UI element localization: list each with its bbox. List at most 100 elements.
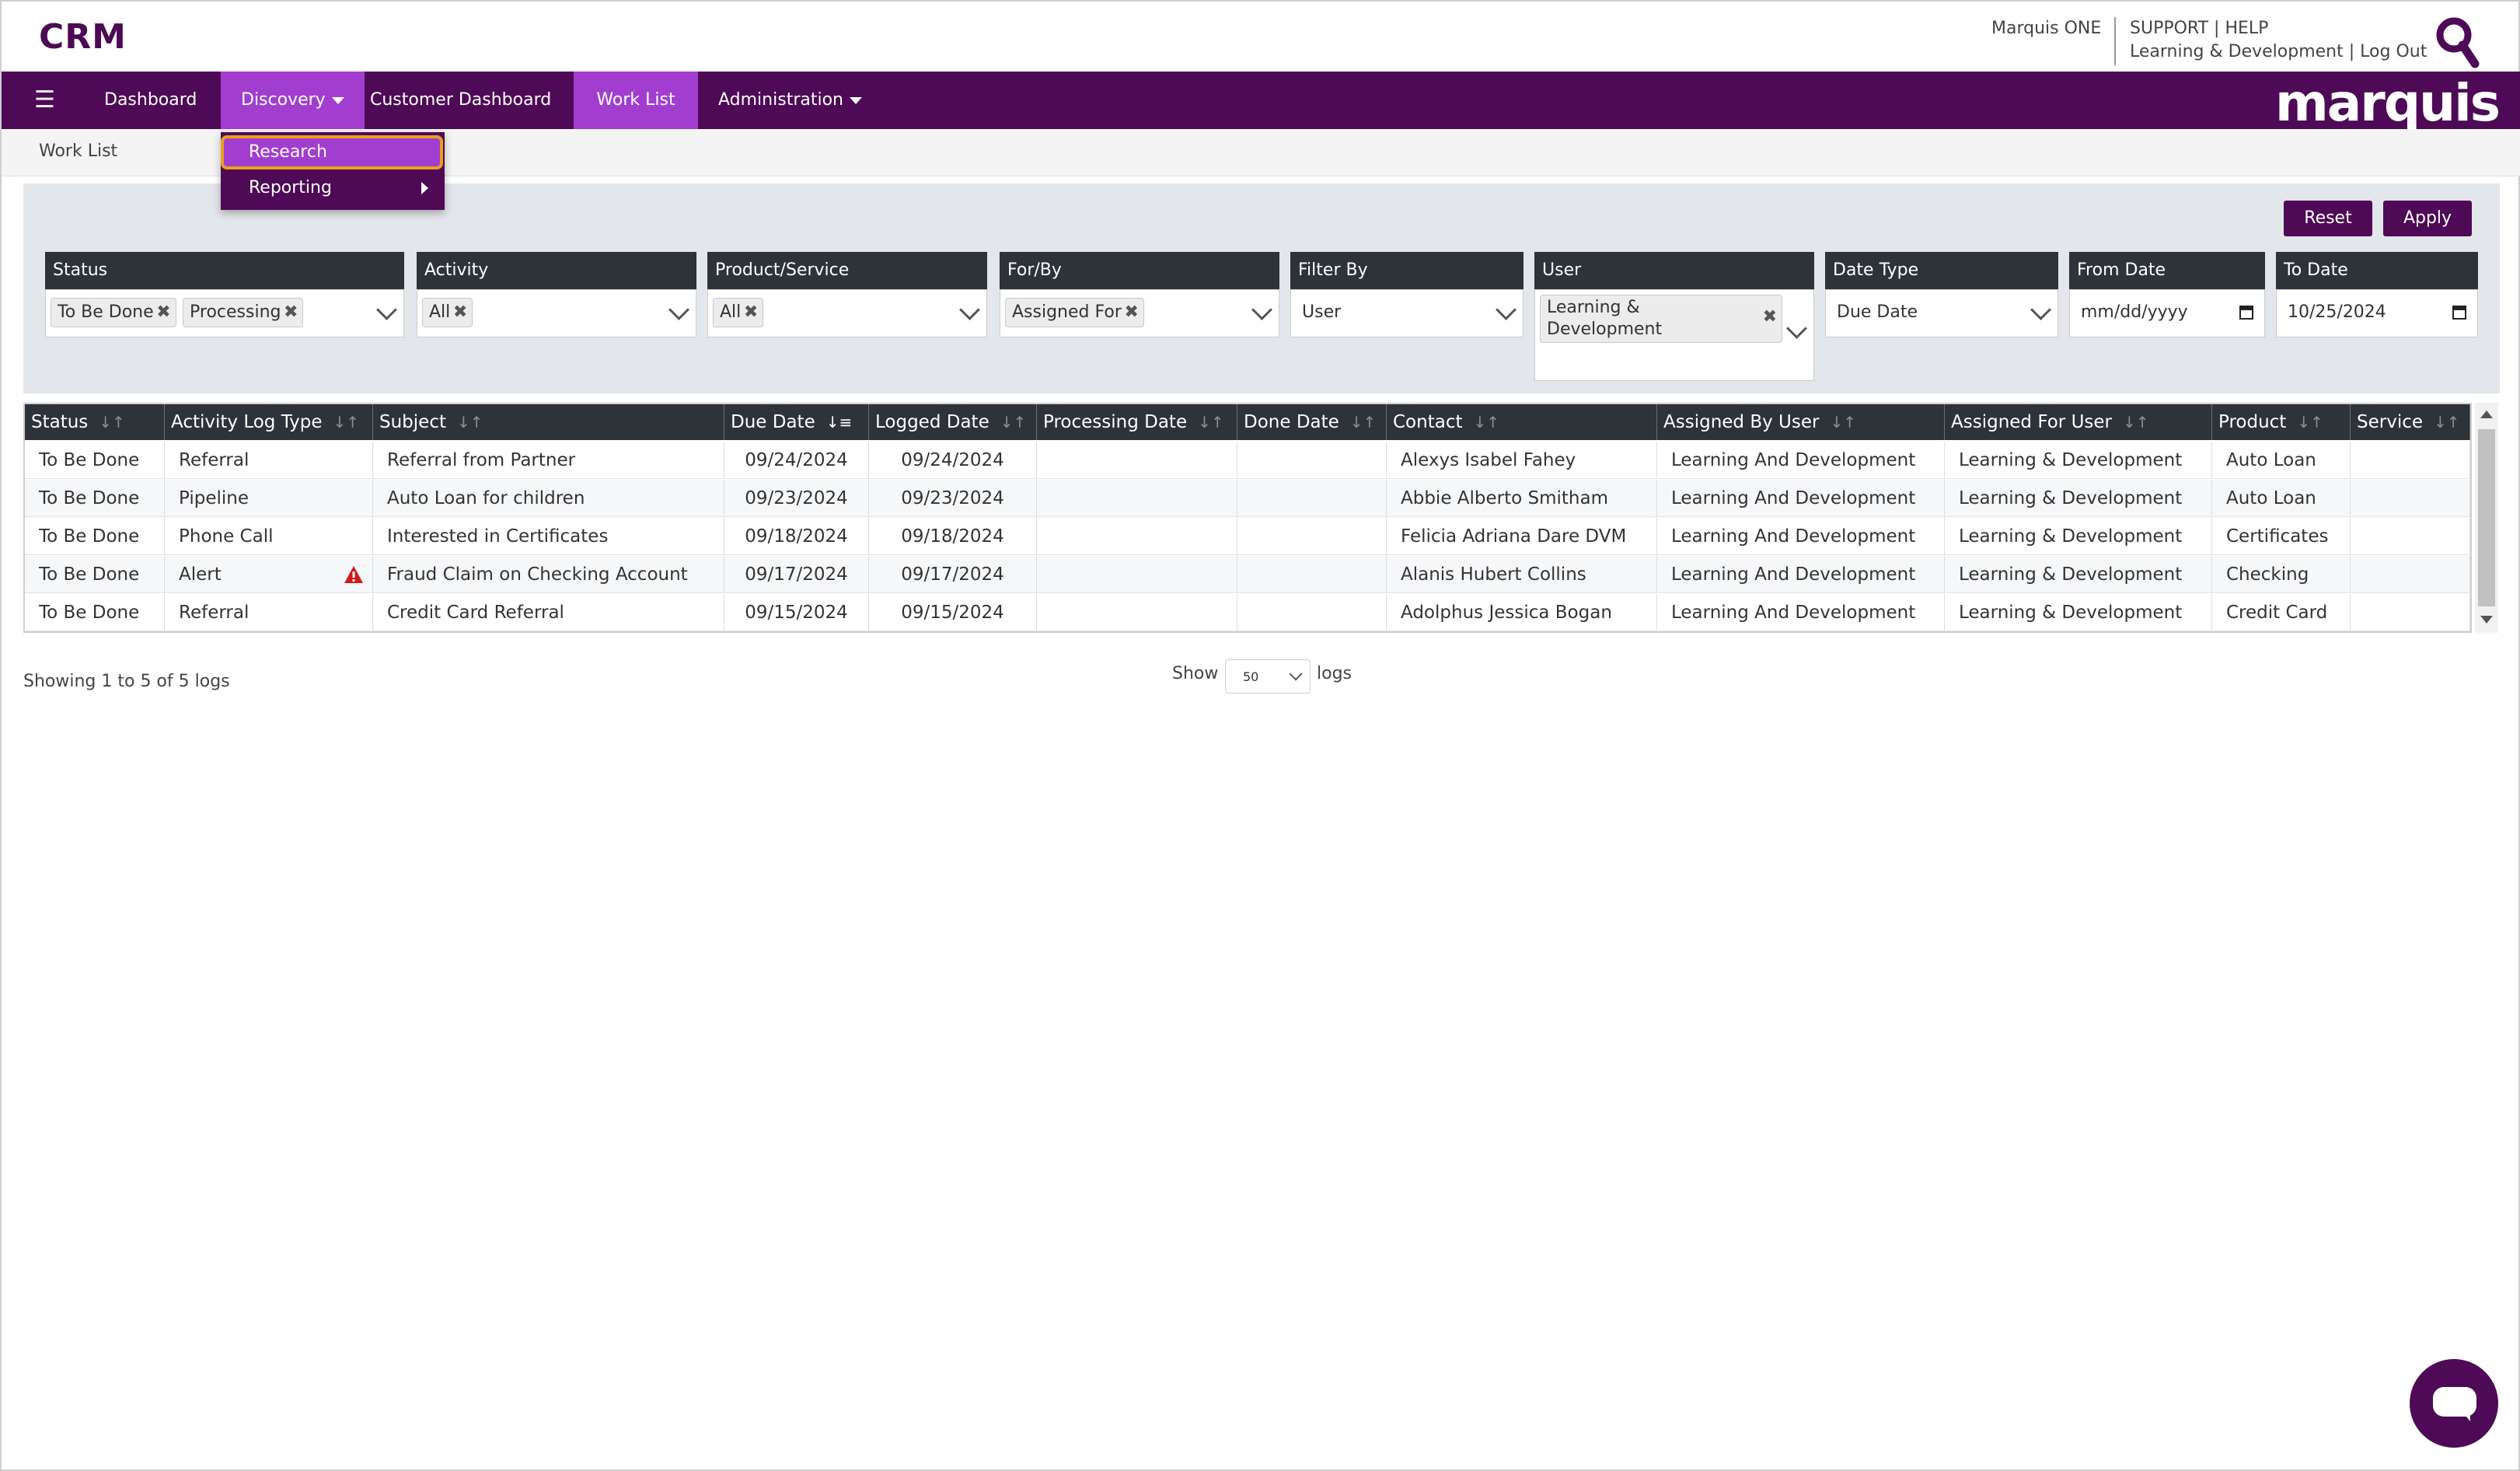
column-due-date[interactable]: Due Date ↓≡	[724, 404, 869, 440]
scroll-down-icon[interactable]	[2480, 616, 2493, 624]
remove-icon[interactable]: ✖	[453, 299, 467, 327]
chevron-down-icon[interactable]	[376, 299, 397, 320]
menu-item-research[interactable]: Research	[221, 135, 443, 169]
user-logout-links[interactable]: Learning & Development | Log Out	[2130, 42, 2427, 61]
column-assigned-for-user-label: Assigned For User	[1951, 412, 2112, 432]
scrollbar-thumb[interactable]	[2478, 429, 2495, 606]
chevron-down-icon[interactable]	[2030, 299, 2051, 320]
cell-logged-date: 09/24/2024	[869, 442, 1037, 479]
cell-product: Checking	[2212, 556, 2351, 593]
column-activity-log-type[interactable]: Activity Log Type ↓↑	[165, 404, 373, 440]
chevron-down-icon[interactable]	[959, 299, 980, 320]
remove-icon[interactable]: ✖	[744, 299, 758, 327]
column-assigned-by-user-label: Assigned By User	[1663, 412, 1820, 432]
nav-discovery[interactable]: Discovery	[221, 72, 365, 129]
filterby-select[interactable]: User	[1290, 289, 1524, 337]
status-chip: Processing ✖	[183, 298, 304, 327]
reset-button[interactable]: Reset	[2284, 201, 2372, 236]
chat-icon[interactable]	[2410, 1359, 2498, 1448]
scroll-up-icon[interactable]	[2480, 411, 2493, 418]
nav-work-list[interactable]: Work List	[574, 72, 698, 129]
apply-button[interactable]: Apply	[2383, 201, 2472, 236]
cell-logged-date: 09/15/2024	[869, 594, 1037, 631]
cell-product: Credit Card	[2212, 594, 2351, 631]
cell-service	[2351, 594, 2470, 631]
cell-due-date: 09/17/2024	[724, 556, 869, 593]
cell-assigned-by-user: Learning And Development	[1657, 594, 1945, 631]
page-size-select[interactable]: 50	[1225, 659, 1311, 694]
nav-administration[interactable]: Administration	[698, 72, 882, 129]
menu-item-reporting[interactable]: Reporting	[221, 171, 445, 207]
sort-icon: ↓↑	[2434, 413, 2460, 432]
chevron-down-icon[interactable]	[1786, 318, 1807, 339]
sort-icon: ↓↑	[2123, 413, 2149, 432]
cell-assigned-by-user: Learning And Development	[1657, 518, 1945, 555]
column-subject[interactable]: Subject ↓↑	[373, 404, 724, 440]
cell-logged-date: 09/17/2024	[869, 556, 1037, 593]
activity-filter[interactable]: All ✖	[417, 289, 696, 337]
calendar-icon[interactable]	[2239, 306, 2253, 320]
column-assigned-for-user[interactable]: Assigned For User ↓↑	[1945, 404, 2212, 440]
chevron-down-icon[interactable]	[1251, 299, 1272, 320]
remove-icon[interactable]: ✖	[1763, 306, 1777, 328]
column-activity-log-type-label: Activity Log Type	[171, 412, 323, 432]
cell-activity-log-type: Referral	[165, 442, 373, 479]
datetype-select[interactable]: Due Date	[1825, 289, 2058, 337]
remove-icon[interactable]: ✖	[284, 299, 298, 327]
sort-icon: ↓↑	[456, 413, 483, 432]
remove-icon[interactable]: ✖	[1124, 299, 1138, 327]
calendar-icon[interactable]	[2452, 306, 2466, 320]
to-date-input[interactable]: 10/25/2024	[2276, 289, 2478, 337]
column-assigned-by-user[interactable]: Assigned By User ↓↑	[1657, 404, 1945, 440]
cell-due-date: 09/15/2024	[724, 594, 869, 631]
sort-icon: ↓↑	[2297, 413, 2323, 432]
filterby-value: User	[1302, 302, 1342, 322]
company-logo: marquis	[2275, 73, 2501, 133]
forby-filter[interactable]: Assigned For ✖	[1000, 289, 1279, 337]
cell-contact: Alexys Isabel Fahey	[1387, 442, 1657, 479]
column-product[interactable]: Product ↓↑	[2212, 404, 2351, 440]
nav-customer-dashboard[interactable]: Customer Dashboard	[350, 72, 571, 129]
fromdate-label: From Date	[2069, 252, 2265, 289]
cell-status: To Be Done	[25, 442, 165, 479]
status-filter[interactable]: To Be Done ✖ Processing ✖	[45, 289, 404, 337]
fromdate-value: mm/dd/yyyy	[2081, 302, 2188, 322]
search-icon[interactable]	[2434, 16, 2480, 70]
cell-logged-date: 09/23/2024	[869, 480, 1037, 517]
column-service[interactable]: Service ↓↑	[2351, 404, 2470, 440]
sort-icon: ↓↑	[1830, 413, 1856, 432]
column-contact[interactable]: Contact ↓↑	[1387, 404, 1657, 440]
hamburger-icon[interactable]: ☰	[20, 72, 69, 129]
column-done-date[interactable]: Done Date ↓↑	[1237, 404, 1387, 440]
chevron-down-icon[interactable]	[1496, 299, 1517, 320]
cell-assigned-for-user: Learning & Development	[1945, 480, 2212, 517]
cell-due-date: 09/23/2024	[724, 480, 869, 517]
sort-icon: ↓↑	[1349, 413, 1377, 432]
page-size-value: 50	[1243, 669, 1259, 684]
cell-contact: Felicia Adriana Dare DVM	[1387, 518, 1657, 555]
nav-customer-dashboard-label: Customer Dashboard	[370, 90, 552, 110]
column-logged-date[interactable]: Logged Date ↓↑	[869, 404, 1037, 440]
cell-service	[2351, 442, 2470, 479]
remove-icon[interactable]: ✖	[156, 299, 170, 327]
column-done-date-label: Done Date	[1244, 412, 1339, 432]
forby-chip-label: Assigned For	[1012, 302, 1122, 322]
chevron-down-icon[interactable]	[668, 299, 689, 320]
support-help-links[interactable]: SUPPORT | HELP	[2130, 19, 2268, 38]
sort-icon: ↓↑	[1473, 413, 1499, 432]
status-chip-label: Processing	[190, 302, 281, 322]
product-filter[interactable]: All ✖	[707, 289, 987, 337]
column-contact-label: Contact	[1393, 412, 1463, 432]
cell-activity-log-type: Phone Call	[165, 518, 373, 555]
user-filter[interactable]: Learning & Development ✖	[1534, 289, 1814, 381]
nav-dashboard[interactable]: Dashboard	[84, 72, 217, 129]
cell-assigned-for-user: Learning & Development	[1945, 442, 2212, 479]
product-chip-label: All	[720, 302, 742, 322]
column-status[interactable]: Status ↓↑	[25, 404, 165, 440]
from-date-input[interactable]: mm/dd/yyyy	[2069, 289, 2265, 337]
column-processing-date[interactable]: Processing Date ↓↑	[1037, 404, 1237, 440]
activity-chip-label: All	[429, 302, 451, 322]
cell-product: Certificates	[2212, 518, 2351, 555]
cell-done-date	[1237, 518, 1387, 555]
cell-subject: Fraud Claim on Checking Account	[373, 556, 724, 593]
